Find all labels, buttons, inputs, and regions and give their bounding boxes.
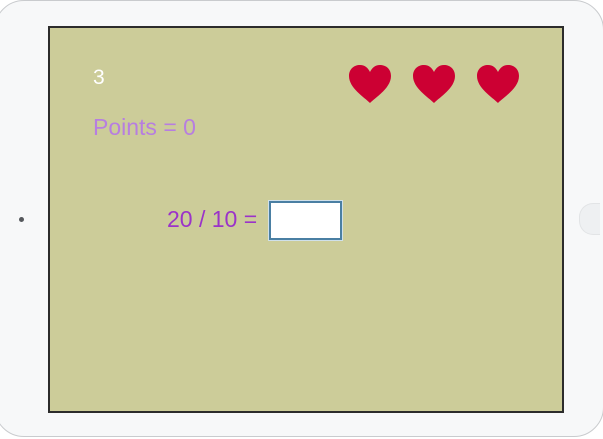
points-value: 0	[183, 114, 196, 140]
points-label: Points	[93, 114, 157, 140]
heart-icon	[477, 65, 519, 103]
heart-icon	[413, 65, 455, 103]
answer-input[interactable]	[268, 200, 343, 241]
lives-indicator	[348, 64, 520, 104]
tablet-frame: 3 Points = 0 20 / 10 =	[0, 0, 603, 437]
camera-dot	[19, 217, 24, 222]
home-button	[579, 203, 600, 235]
points-display: Points = 0	[93, 114, 196, 140]
heart-icon	[349, 65, 391, 103]
math-question: 20 / 10 =	[167, 206, 258, 232]
countdown-timer: 3	[93, 66, 105, 89]
game-screen: 3 Points = 0 20 / 10 =	[48, 26, 564, 413]
